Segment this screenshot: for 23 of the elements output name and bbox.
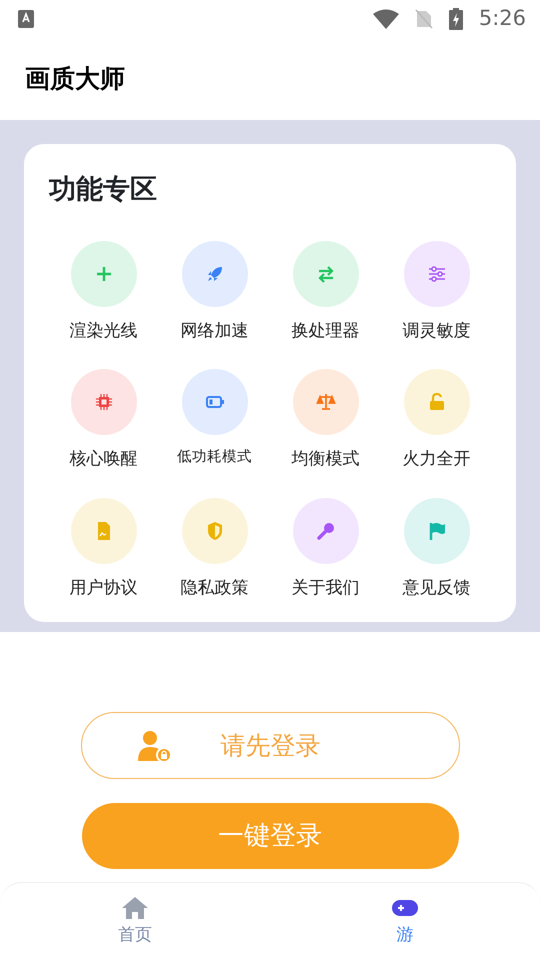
- feature-label[interactable]: 火力全开: [402, 447, 470, 472]
- nav-tab[interactable]: 游: [270, 883, 540, 960]
- battery-charging-icon: [448, 8, 463, 30]
- section-title: 功能专区: [48, 173, 158, 207]
- feature-label[interactable]: 均衡模式: [292, 447, 360, 472]
- feature-label[interactable]: 核心唤醒: [70, 447, 138, 472]
- wifi-icon: [372, 9, 399, 29]
- feature-label[interactable]: 关于我们: [292, 576, 360, 601]
- feature-label[interactable]: 隐私政策: [180, 576, 248, 601]
- feature-label[interactable]: 换处理器: [292, 318, 360, 344]
- status-time: 5:26: [478, 5, 526, 32]
- feature-label[interactable]: 调灵敏度: [402, 318, 470, 344]
- home-icon: [122, 897, 148, 919]
- feature-label[interactable]: 用户协议: [70, 576, 138, 601]
- app-title: 画质大师: [25, 63, 125, 96]
- gamepad-icon: [392, 897, 418, 919]
- user-lock-icon: [136, 730, 170, 762]
- feature-label[interactable]: 网络加速: [180, 318, 248, 344]
- feature-label[interactable]: 意见反馈: [402, 576, 470, 601]
- no-sim-icon: [414, 9, 433, 29]
- keyboard-app-icon: [18, 10, 34, 28]
- feature-label[interactable]: 渲染光线: [70, 318, 138, 344]
- feature-label[interactable]: 低功耗模式: [177, 447, 252, 469]
